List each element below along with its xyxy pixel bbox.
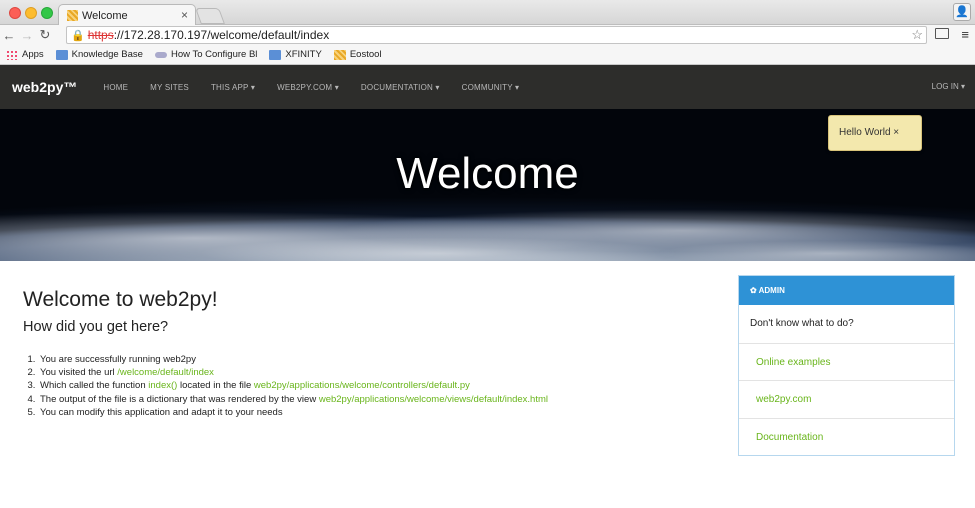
browser-toolbar: ← → ↻ 🔒 https ://172.28.170.197/welcome/… [0, 25, 975, 45]
insecure-lock-icon: 🔒 [71, 29, 85, 42]
new-tab-button[interactable] [195, 8, 225, 24]
apps-grid-icon [6, 49, 18, 60]
list-item: You can modify this application and adap… [38, 406, 548, 419]
browser-titlebar: Welcome × 👤 [0, 0, 975, 26]
view-file-link[interactable]: web2py/applications/welcome/views/defaul… [319, 394, 548, 405]
folder-icon [269, 49, 282, 60]
nav-home[interactable]: HOME [103, 83, 128, 92]
steps-list: You are successfully running web2py You … [38, 353, 548, 419]
address-bar[interactable]: 🔒 https ://172.28.170.197/welcome/defaul… [66, 26, 927, 44]
nav-community[interactable]: COMMUNITY ▾ [462, 83, 520, 92]
list-item: Which called the function index() locate… [38, 379, 548, 392]
admin-panel-intro: Don't know what to do? [750, 318, 854, 329]
bookmark-how-to-configure[interactable]: How To Configure Bl [154, 49, 257, 60]
minimize-window-icon[interactable] [25, 7, 37, 19]
tab-close-icon[interactable]: × [181, 8, 188, 22]
cast-icon[interactable] [935, 28, 949, 39]
list-item: The output of the file is a dictionary t… [38, 393, 548, 406]
nav-this-app[interactable]: THIS APP ▾ [211, 83, 255, 92]
nav-my-sites[interactable]: MY SITES [150, 83, 189, 92]
page-title: Welcome to web2py! [23, 288, 218, 311]
sidebar-item-online-examples[interactable]: Online examples [739, 342, 954, 381]
bookmark-xfinity[interactable]: XFINITY [269, 49, 322, 60]
hero-banner: Welcome Hello World × [0, 109, 975, 261]
url-link[interactable]: /welcome/default/index [117, 367, 214, 378]
main-content: Welcome to web2py! How did you get here?… [0, 261, 975, 508]
cloud-icon [154, 51, 167, 58]
nav-login[interactable]: LOG IN ▾ [932, 82, 965, 91]
flash-message[interactable]: Hello World × [828, 115, 922, 151]
site-navbar: web2py™ HOME MY SITES THIS APP ▾ WEB2PY.… [0, 65, 975, 109]
admin-panel-header[interactable]: ✿ ADMIN [739, 276, 954, 305]
browser-tab[interactable]: Welcome × [58, 4, 196, 26]
url-text: ://172.28.170.197/welcome/default/index [113, 28, 330, 42]
profile-icon[interactable]: 👤 [953, 3, 971, 21]
bookmark-knowledge-base[interactable]: Knowledge Base [55, 49, 143, 60]
folder-icon [55, 49, 68, 60]
maximize-window-icon[interactable] [41, 7, 53, 19]
admin-panel: ✿ ADMIN Don't know what to do? Online ex… [738, 275, 955, 456]
bookmarks-bar: Apps Knowledge Base How To Configure Bl … [0, 45, 975, 65]
hero-title: Welcome [396, 149, 579, 198]
back-icon[interactable]: ← [0, 28, 18, 43]
tab-title: Welcome [82, 9, 128, 22]
page-subtitle: How did you get here? [23, 319, 169, 335]
favicon-icon [333, 49, 346, 60]
reload-icon[interactable]: ↻ [36, 27, 54, 43]
close-window-icon[interactable] [9, 7, 21, 19]
nav-web2py-com[interactable]: WEB2PY.COM ▾ [277, 83, 339, 92]
bookmark-apps[interactable]: Apps [6, 49, 44, 60]
controller-file-link[interactable]: web2py/applications/welcome/controllers/… [254, 380, 470, 391]
function-link[interactable]: index() [148, 380, 177, 391]
sidebar-item-documentation[interactable]: Documentation [739, 417, 954, 456]
bookmark-eostool[interactable]: Eostool [333, 49, 382, 60]
sidebar-item-web2py-com[interactable]: web2py.com [739, 380, 954, 418]
url-scheme: https [87, 28, 114, 42]
web2py-favicon-icon [67, 10, 78, 21]
bookmark-star-icon[interactable]: ☆ [911, 27, 923, 43]
forward-icon[interactable]: → [18, 28, 36, 43]
list-item: You visited the url /welcome/default/ind… [38, 366, 548, 379]
browser-menu-icon[interactable]: ≡ [961, 27, 969, 42]
nav-documentation[interactable]: DOCUMENTATION ▾ [361, 83, 440, 92]
list-item: You are successfully running web2py [38, 353, 548, 366]
brand-logo[interactable]: web2py™ [12, 79, 77, 95]
